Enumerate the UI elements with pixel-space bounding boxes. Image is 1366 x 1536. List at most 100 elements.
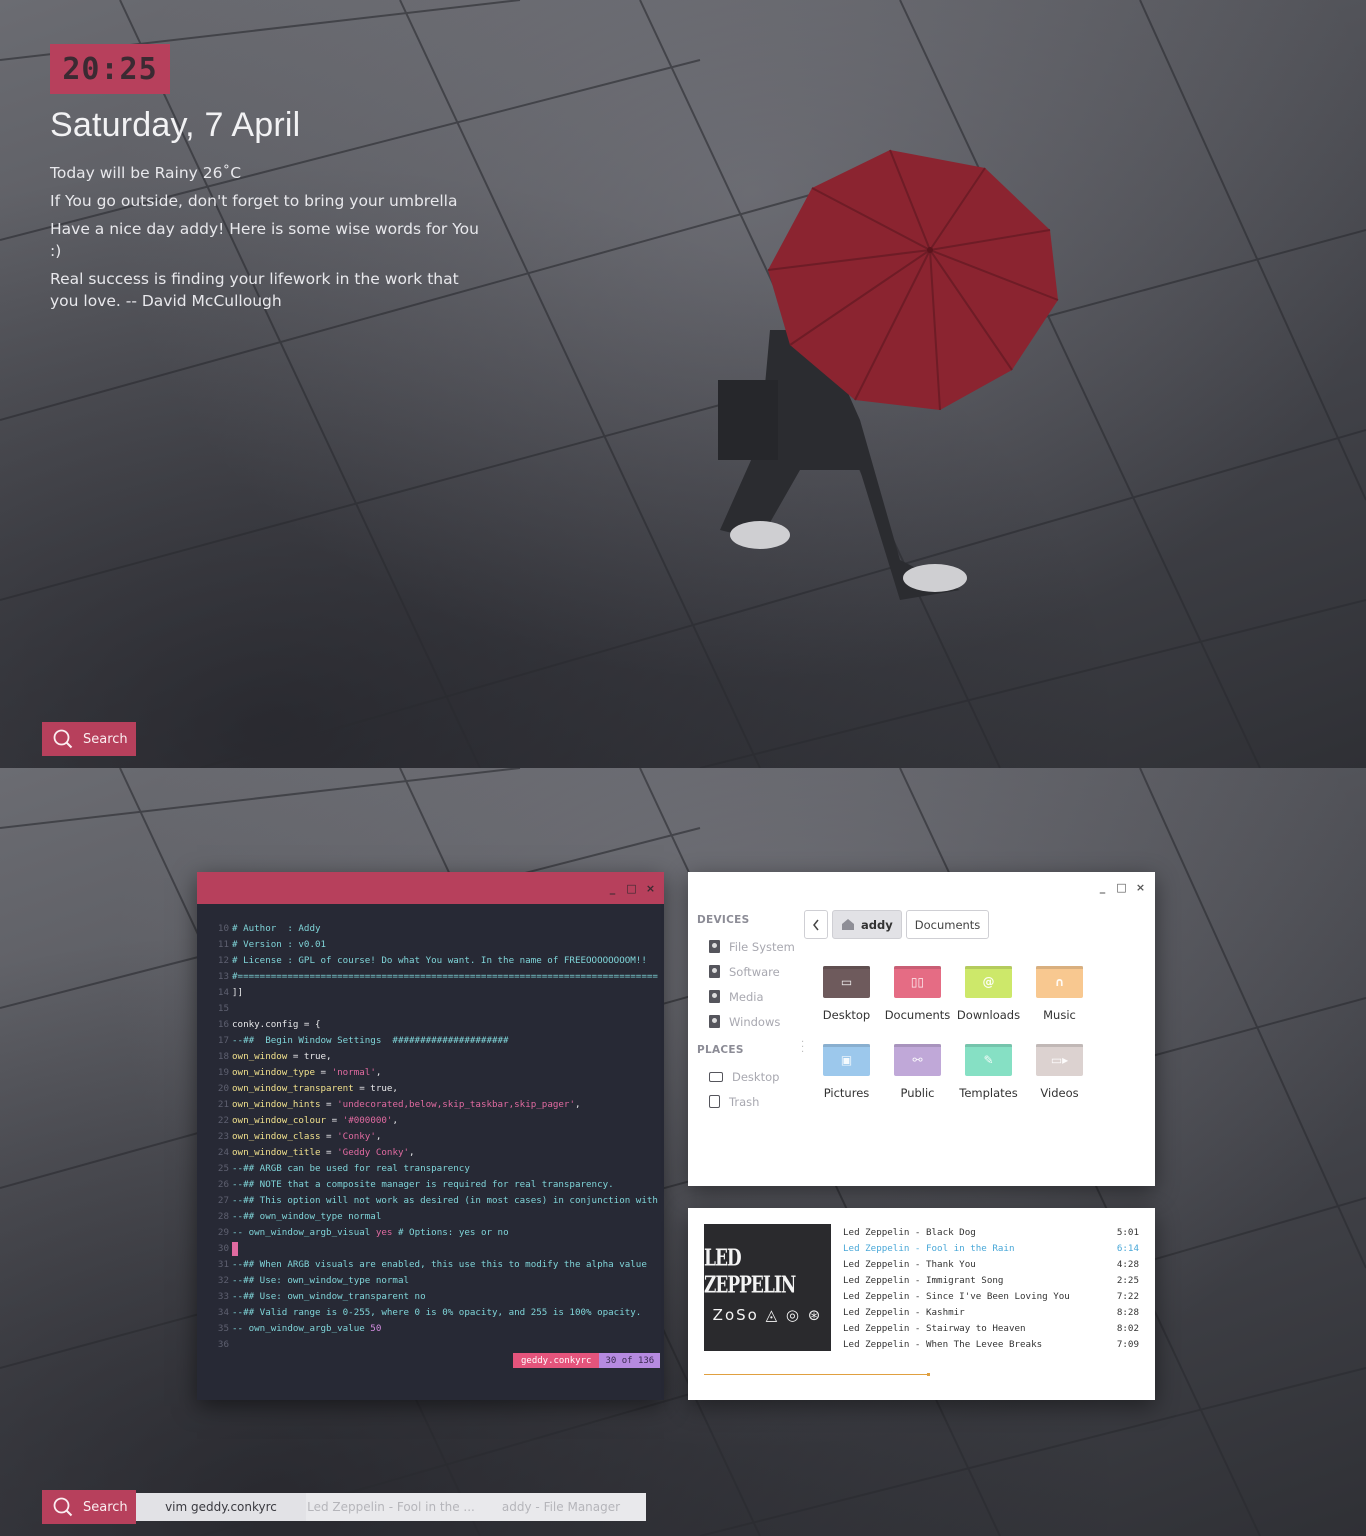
drive-icon: [709, 940, 720, 953]
track-row[interactable]: Led Zeppelin - Since I've Been Loving Yo…: [843, 1288, 1139, 1304]
minimize-button[interactable]: _: [607, 883, 618, 894]
folder-templates[interactable]: ✎ Templates: [953, 1044, 1024, 1100]
code-keyword: yes: [375, 1227, 393, 1238]
code-line: 25 --## ARGB can be used for real transpa…: [212, 1161, 658, 1177]
code-line: 30: [212, 1241, 658, 1257]
terminal-window[interactable]: _ □ × 10 # Author : Addy 11 # Version : v0.…: [197, 872, 664, 1400]
track-row[interactable]: Led Zeppelin - Fool in the Rain 6:14: [843, 1240, 1139, 1256]
search-button[interactable]: Search: [42, 722, 136, 756]
folder-glyph: ▯▯: [910, 975, 925, 989]
code-line: 21 own_window_hints = 'undecorated,below,…: [212, 1097, 658, 1113]
folder-pictures[interactable]: ▣ Pictures: [811, 1044, 882, 1100]
taskbar-item[interactable]: vim geddy.conkyrc: [136, 1493, 306, 1521]
code-key: own_window_hints: [232, 1099, 321, 1110]
code-line: 12 # License : GPL of course! Do what You…: [212, 953, 658, 969]
code-comment: # Author : Addy: [232, 923, 321, 934]
desktop-wallpaper-top: 20:25 Saturday, 7 April Today will be Ra…: [0, 0, 1366, 768]
sidebar-item-label: Media: [729, 989, 764, 1004]
folder-icon: ▭: [823, 966, 870, 998]
taskbar-item[interactable]: addy - File Manager: [476, 1493, 646, 1521]
code-line: 32 --## Use: own_window_type normal: [212, 1273, 658, 1289]
track-duration: 6:14: [1116, 1242, 1139, 1254]
code-key: own_window_transparent: [232, 1083, 354, 1094]
fm-sidebar: DEVICES File System Software Media Windows …: [697, 914, 807, 1114]
code-line: 24 own_window_title = 'Geddy Conky',: [212, 1145, 658, 1161]
track-duration: 8:02: [1116, 1322, 1139, 1334]
sidebar-resize-handle[interactable]: · · ·: [801, 1038, 804, 1058]
sidebar-item-media[interactable]: Media: [697, 984, 807, 1009]
line-number: 21: [217, 1099, 229, 1110]
track-row[interactable]: Led Zeppelin - Black Dog 5:01: [843, 1224, 1139, 1240]
track-row[interactable]: Led Zeppelin - Immigrant Song 2:25: [843, 1272, 1139, 1288]
window-controls: _ □ ×: [1097, 872, 1146, 902]
track-row[interactable]: Led Zeppelin - Thank You 4:28: [843, 1256, 1139, 1272]
code-comment: # License : GPL of course! Do what You w…: [232, 955, 647, 966]
minimize-button[interactable]: _: [1097, 882, 1108, 893]
playback-progress-bar[interactable]: [704, 1373, 930, 1376]
window-controls: _ □ ×: [607, 872, 656, 904]
code-key: own_window: [232, 1051, 288, 1062]
maximize-button[interactable]: □: [1116, 882, 1127, 893]
code-line: 20 own_window_transparent = true,: [212, 1081, 658, 1097]
folder-downloads[interactable]: @ Downloads: [953, 966, 1024, 1022]
sidebar-item-file-system[interactable]: File System: [697, 934, 807, 959]
search-button[interactable]: Search: [42, 1490, 136, 1524]
advice-line: If You go outside, don't forget to bring…: [50, 192, 458, 210]
sidebar-item-desktop[interactable]: Desktop: [697, 1064, 807, 1089]
breadcrumb-home[interactable]: addy: [832, 910, 902, 939]
code-line: 31 --## When ARGB visuals are enabled, th…: [212, 1257, 658, 1273]
folder-glyph: ∩: [1054, 975, 1065, 989]
close-button[interactable]: ×: [1135, 882, 1146, 893]
folder-music[interactable]: ∩ Music: [1024, 966, 1095, 1022]
track-row[interactable]: Led Zeppelin - Kashmir 8:28: [843, 1304, 1139, 1320]
sidebar-item-software[interactable]: Software: [697, 959, 807, 984]
code-line: 15: [212, 1001, 658, 1017]
line-number: 31: [217, 1259, 229, 1270]
sidebar-item-windows[interactable]: Windows: [697, 1009, 807, 1034]
track-title: Led Zeppelin - Immigrant Song: [843, 1274, 1004, 1286]
sidebar-item-trash[interactable]: Trash: [697, 1089, 807, 1114]
maximize-button[interactable]: □: [626, 883, 637, 894]
line-number: 13: [217, 971, 229, 982]
music-player-window[interactable]: LED ZEPPELIN ZoSo ◬ ◎ ⊛ Led Zeppelin - B…: [688, 1208, 1155, 1400]
code-text: =: [320, 1147, 338, 1158]
album-symbols: ZoSo ◬ ◎ ⊛: [712, 1305, 823, 1324]
code-text: ,: [574, 1099, 581, 1110]
code-line: 22 own_window_colour = '#000000',: [212, 1113, 658, 1129]
code-line: 36: [212, 1337, 658, 1353]
folder-glyph: ▣: [840, 1053, 853, 1067]
back-button[interactable]: [804, 910, 828, 939]
drive-icon: [709, 990, 720, 1003]
folder-icon: ▯▯: [894, 966, 941, 998]
line-number: 16: [217, 1019, 229, 1030]
code-comment: --## ARGB can be used for real transpare…: [232, 1163, 470, 1174]
code-string: 'undecorated,below,skip_taskbar,skip_pag…: [337, 1099, 575, 1110]
folder-label: Downloads: [956, 1008, 1021, 1022]
sidebar-item-label: File System: [729, 939, 795, 954]
code-comment: -- own_window_argb_visual: [232, 1227, 376, 1238]
close-button[interactable]: ×: [645, 883, 656, 894]
track-duration: 2:25: [1116, 1274, 1139, 1286]
folder-videos[interactable]: ▭▸ Videos: [1024, 1044, 1095, 1100]
file-manager-window[interactable]: _ □ × DEVICES File System Software Media Wi…: [688, 872, 1155, 1186]
vim-buffer[interactable]: 10 # Author : Addy 11 # Version : v0.01 12 # …: [212, 921, 658, 1353]
track-duration: 8:28: [1116, 1306, 1139, 1318]
breadcrumb-documents[interactable]: Documents: [905, 910, 990, 939]
code-text: =: [320, 1099, 338, 1110]
line-number: 12: [217, 955, 229, 966]
track-duration: 7:22: [1116, 1290, 1139, 1302]
taskbar-item[interactable]: Led Zeppelin - Fool in the ...: [306, 1493, 476, 1521]
terminal-titlebar[interactable]: _ □ ×: [197, 872, 664, 904]
code-text: ]]: [232, 987, 244, 998]
folder-desktop[interactable]: ▭ Desktop: [811, 966, 882, 1022]
folder-public[interactable]: ⚯ Public: [882, 1044, 953, 1100]
quote-line-2: you love. -- David McCullough: [50, 292, 282, 310]
devices-heading: DEVICES: [697, 914, 750, 926]
track-title: Led Zeppelin - Stairway to Heaven: [843, 1322, 1026, 1334]
folder-label: Public: [900, 1086, 935, 1100]
folder-documents[interactable]: ▯▯ Documents: [882, 966, 953, 1022]
track-row[interactable]: Led Zeppelin - Stairway to Heaven 8:02: [843, 1320, 1139, 1336]
code-text: =: [326, 1115, 343, 1126]
folder-label: Music: [1043, 1008, 1076, 1022]
track-row[interactable]: Led Zeppelin - When The Levee Breaks 7:09: [843, 1336, 1139, 1352]
